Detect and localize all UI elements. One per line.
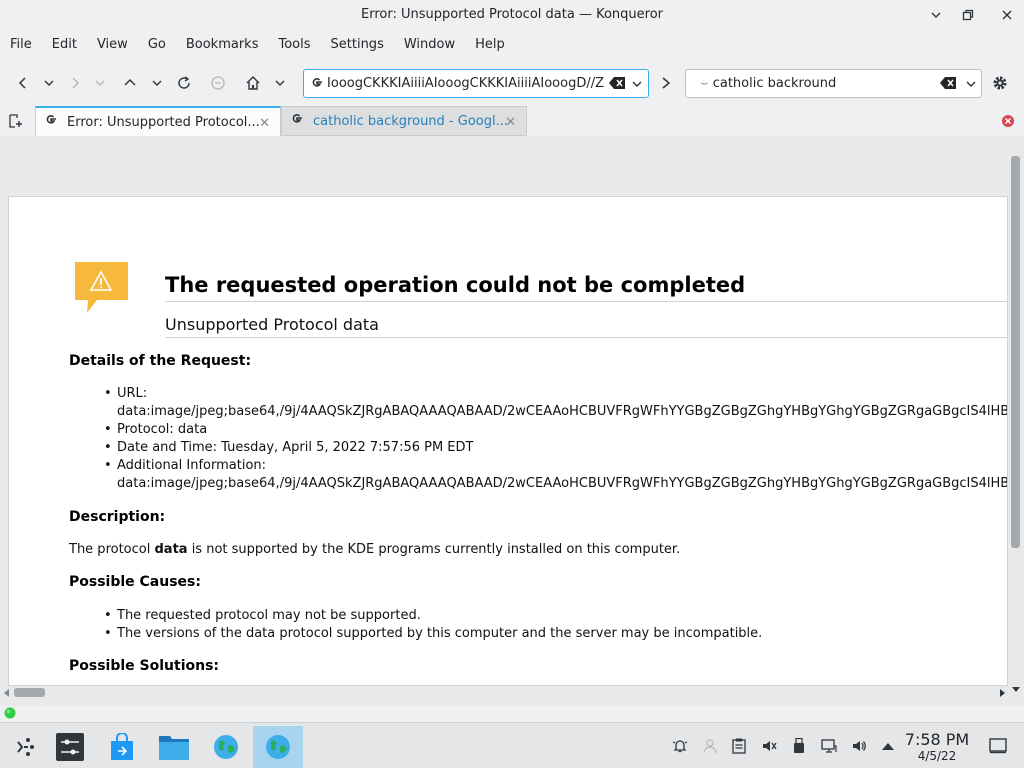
menu-window[interactable]: Window bbox=[394, 32, 465, 58]
tab-label: catholic background - Googl... bbox=[313, 113, 508, 129]
tab-label: Error: Unsupported Protocol... bbox=[67, 114, 260, 130]
location-bar[interactable]: data:image/jpeg;base64,AIooogCKKKIAiiiiA… bbox=[303, 69, 649, 98]
search-bar[interactable]: ⌣ catholic backround bbox=[685, 69, 982, 98]
title-bar: Error: Unsupported Protocol data — Konqu… bbox=[0, 0, 1024, 30]
details-heading: Details of the Request: bbox=[69, 353, 252, 369]
location-input[interactable]: data:image/jpeg;base64,AIooogCKKKIAiiiiA… bbox=[328, 76, 604, 91]
close-tab-icon[interactable]: ✕ bbox=[505, 115, 516, 130]
menu-settings[interactable]: Settings bbox=[321, 32, 394, 58]
taskbar: 7:58 PM 4/5/22 bbox=[0, 722, 1024, 768]
info-label: Additional Information: bbox=[117, 458, 267, 473]
details-list: URL: data:image/jpeg;base64,/9j/4AAQSkZJ… bbox=[104, 385, 1008, 493]
description-bold: data bbox=[154, 542, 188, 557]
menu-bookmarks[interactable]: Bookmarks bbox=[176, 32, 269, 58]
scrollbar-thumb[interactable] bbox=[1011, 156, 1020, 548]
show-hidden-tray-icon[interactable] bbox=[879, 737, 897, 755]
clear-search-icon[interactable] bbox=[940, 77, 956, 93]
close-window-button[interactable] bbox=[997, 5, 1017, 25]
minimize-button[interactable] bbox=[926, 5, 946, 25]
vertical-scrollbar[interactable] bbox=[1009, 150, 1023, 698]
user-status-icon[interactable] bbox=[701, 737, 719, 755]
web-browser-icon[interactable] bbox=[201, 726, 251, 768]
warning-icon bbox=[75, 262, 129, 318]
usb-device-icon[interactable] bbox=[790, 737, 808, 755]
list-item: Additional Information: data:image/jpeg;… bbox=[104, 457, 1008, 493]
tab-google-search[interactable]: catholic background - Googl... ✕ bbox=[281, 106, 527, 136]
description-pre: The protocol bbox=[69, 542, 155, 557]
google-tab-icon bbox=[44, 113, 58, 131]
go-button[interactable] bbox=[655, 72, 677, 94]
horizontal-scrollbar[interactable] bbox=[0, 686, 1008, 700]
location-history-dropdown[interactable] bbox=[631, 78, 643, 94]
digital-clock[interactable]: 7:58 PM 4/5/22 bbox=[900, 730, 974, 764]
settings-gear-icon[interactable] bbox=[989, 72, 1011, 94]
tab-bar: Error: Unsupported Protocol... ✕ catholi… bbox=[0, 106, 1024, 136]
forward-button[interactable] bbox=[64, 72, 86, 94]
menu-edit[interactable]: Edit bbox=[42, 32, 87, 58]
menu-file[interactable]: File bbox=[0, 32, 42, 58]
info-value: data:image/jpeg;base64,/9j/4AAQSkZJRgABA… bbox=[117, 476, 1008, 491]
url-value: data:image/jpeg;base64,/9j/4AAQSkZJRgABA… bbox=[117, 404, 1008, 419]
description-text: The protocol data is not supported by th… bbox=[69, 542, 680, 557]
list-item: The versions of the data protocol suppor… bbox=[104, 625, 762, 643]
solutions-heading: Possible Solutions: bbox=[69, 658, 220, 674]
audio-muted-icon[interactable] bbox=[760, 737, 778, 755]
system-settings-icon[interactable] bbox=[45, 726, 95, 768]
menu-bar: File Edit View Go Bookmarks Tools Settin… bbox=[0, 32, 1024, 58]
security-status-icon bbox=[4, 707, 16, 719]
web-viewport[interactable]: The requested operation could not be com… bbox=[0, 136, 1024, 706]
causes-list: The requested protocol may not be suppor… bbox=[104, 607, 762, 643]
clock-time: 7:58 PM bbox=[904, 730, 970, 749]
page-subheading: Unsupported Protocol data bbox=[165, 315, 1007, 338]
file-manager-icon[interactable] bbox=[149, 726, 199, 768]
status-bar bbox=[0, 706, 1024, 722]
menu-help[interactable]: Help bbox=[465, 32, 515, 58]
search-provider-dropdown[interactable] bbox=[965, 78, 977, 94]
causes-heading: Possible Causes: bbox=[69, 574, 201, 590]
clock-date: 4/5/22 bbox=[917, 749, 957, 763]
google-favicon-icon bbox=[310, 76, 324, 94]
show-desktop-icon[interactable] bbox=[989, 737, 1007, 755]
close-current-tab-icon[interactable] bbox=[997, 110, 1019, 132]
network-icon[interactable] bbox=[820, 737, 838, 755]
home-icon[interactable] bbox=[242, 72, 264, 94]
stop-icon[interactable] bbox=[207, 72, 229, 94]
tab-error[interactable]: Error: Unsupported Protocol... ✕ bbox=[35, 106, 281, 136]
url-label: URL: bbox=[117, 386, 148, 401]
discover-store-icon[interactable] bbox=[97, 726, 147, 768]
list-item: Protocol: data bbox=[104, 421, 1007, 439]
search-input[interactable]: ⌣ catholic backround bbox=[700, 76, 836, 91]
konqueror-taskbar-icon[interactable] bbox=[253, 726, 303, 768]
clear-location-icon[interactable] bbox=[609, 77, 625, 93]
menu-go[interactable]: Go bbox=[138, 32, 176, 58]
close-tab-icon[interactable]: ✕ bbox=[259, 116, 270, 131]
description-heading: Description: bbox=[69, 509, 166, 525]
description-post: is not supported by the KDE programs cur… bbox=[187, 542, 681, 557]
error-page: The requested operation could not be com… bbox=[8, 196, 1008, 686]
notifications-bell-icon[interactable] bbox=[671, 737, 689, 755]
scrollbar-thumb[interactable] bbox=[14, 688, 45, 697]
list-item: URL: data:image/jpeg;base64,/9j/4AAQSkZJ… bbox=[104, 385, 1008, 421]
page-heading: The requested operation could not be com… bbox=[165, 273, 1007, 302]
reload-icon[interactable] bbox=[173, 72, 195, 94]
menu-tools[interactable]: Tools bbox=[268, 32, 320, 58]
up-dropdown[interactable] bbox=[146, 72, 168, 94]
up-button[interactable] bbox=[119, 72, 141, 94]
forward-history-dropdown[interactable] bbox=[89, 72, 111, 94]
menu-view[interactable]: View bbox=[87, 32, 138, 58]
new-tab-icon[interactable] bbox=[4, 110, 26, 132]
application-launcher-icon[interactable] bbox=[0, 726, 50, 768]
list-item: Date and Time: Tuesday, April 5, 2022 7:… bbox=[104, 439, 1007, 457]
volume-icon[interactable] bbox=[850, 737, 868, 755]
google-tab-icon bbox=[290, 112, 304, 130]
window-title: Error: Unsupported Protocol data — Konqu… bbox=[360, 7, 663, 22]
back-button[interactable] bbox=[12, 72, 34, 94]
list-item: The requested protocol may not be suppor… bbox=[104, 607, 762, 625]
back-history-dropdown[interactable] bbox=[38, 72, 60, 94]
search-text: catholic backround bbox=[712, 76, 837, 91]
maximize-button[interactable] bbox=[958, 5, 978, 25]
home-dropdown[interactable] bbox=[269, 72, 291, 94]
clipboard-icon[interactable] bbox=[730, 737, 748, 755]
